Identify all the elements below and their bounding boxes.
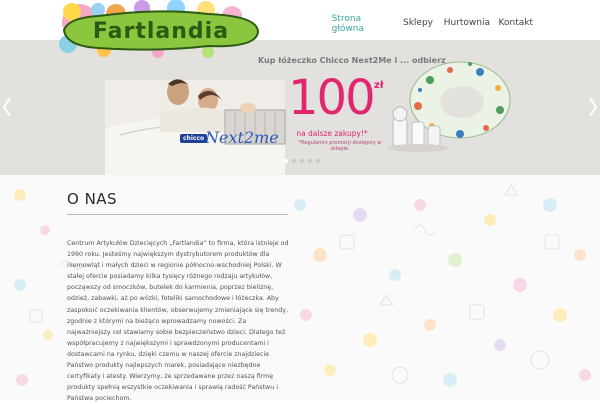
logo-text: Fartlandia	[93, 19, 229, 44]
nav-item-shops[interactable]: Sklepy	[403, 18, 433, 28]
nav-item-wholesale[interactable]: Hurtownia	[444, 18, 490, 28]
promo-currency: zł	[374, 80, 384, 91]
title-divider	[67, 214, 288, 215]
slider-dot[interactable]	[284, 159, 288, 163]
slider-dots	[284, 159, 320, 163]
slider-dot[interactable]	[316, 159, 320, 163]
slider-dot[interactable]	[300, 159, 304, 163]
next2me-logo: Next2me	[205, 128, 279, 147]
promo-amount: 100	[288, 70, 376, 126]
site-header: Fartlandia Strona główna Sklepy Hurtowni…	[0, 0, 600, 58]
chicco-logo: chicco	[180, 134, 208, 143]
slider-dot[interactable]	[292, 159, 296, 163]
promo-terms-note: *Regulamin promocji dostępny w sklepie.	[298, 140, 382, 152]
logo-graphic: Fartlandia	[59, 0, 260, 58]
slider-dot[interactable]	[308, 159, 312, 163]
nursing-pillow-illustration	[409, 61, 511, 139]
promo-subline: na dalsze zakupy!*	[296, 129, 368, 138]
about-paragraph: Centrum Artykułów Dziecięcych „Fartlandi…	[67, 240, 289, 403]
nav-item-home-line1: Strona	[331, 14, 362, 24]
page-title: O NAS	[67, 190, 118, 208]
nav-item-contact[interactable]: Kontakt	[499, 18, 533, 28]
site-logo[interactable]: Fartlandia	[58, 0, 263, 60]
nav-item-home[interactable]: Strona główna	[332, 14, 364, 34]
nav-item-home-line2: główna	[331, 24, 364, 34]
promo-title: Kup łóżeczko Chicco Next2Me i ... odbier…	[258, 56, 446, 65]
